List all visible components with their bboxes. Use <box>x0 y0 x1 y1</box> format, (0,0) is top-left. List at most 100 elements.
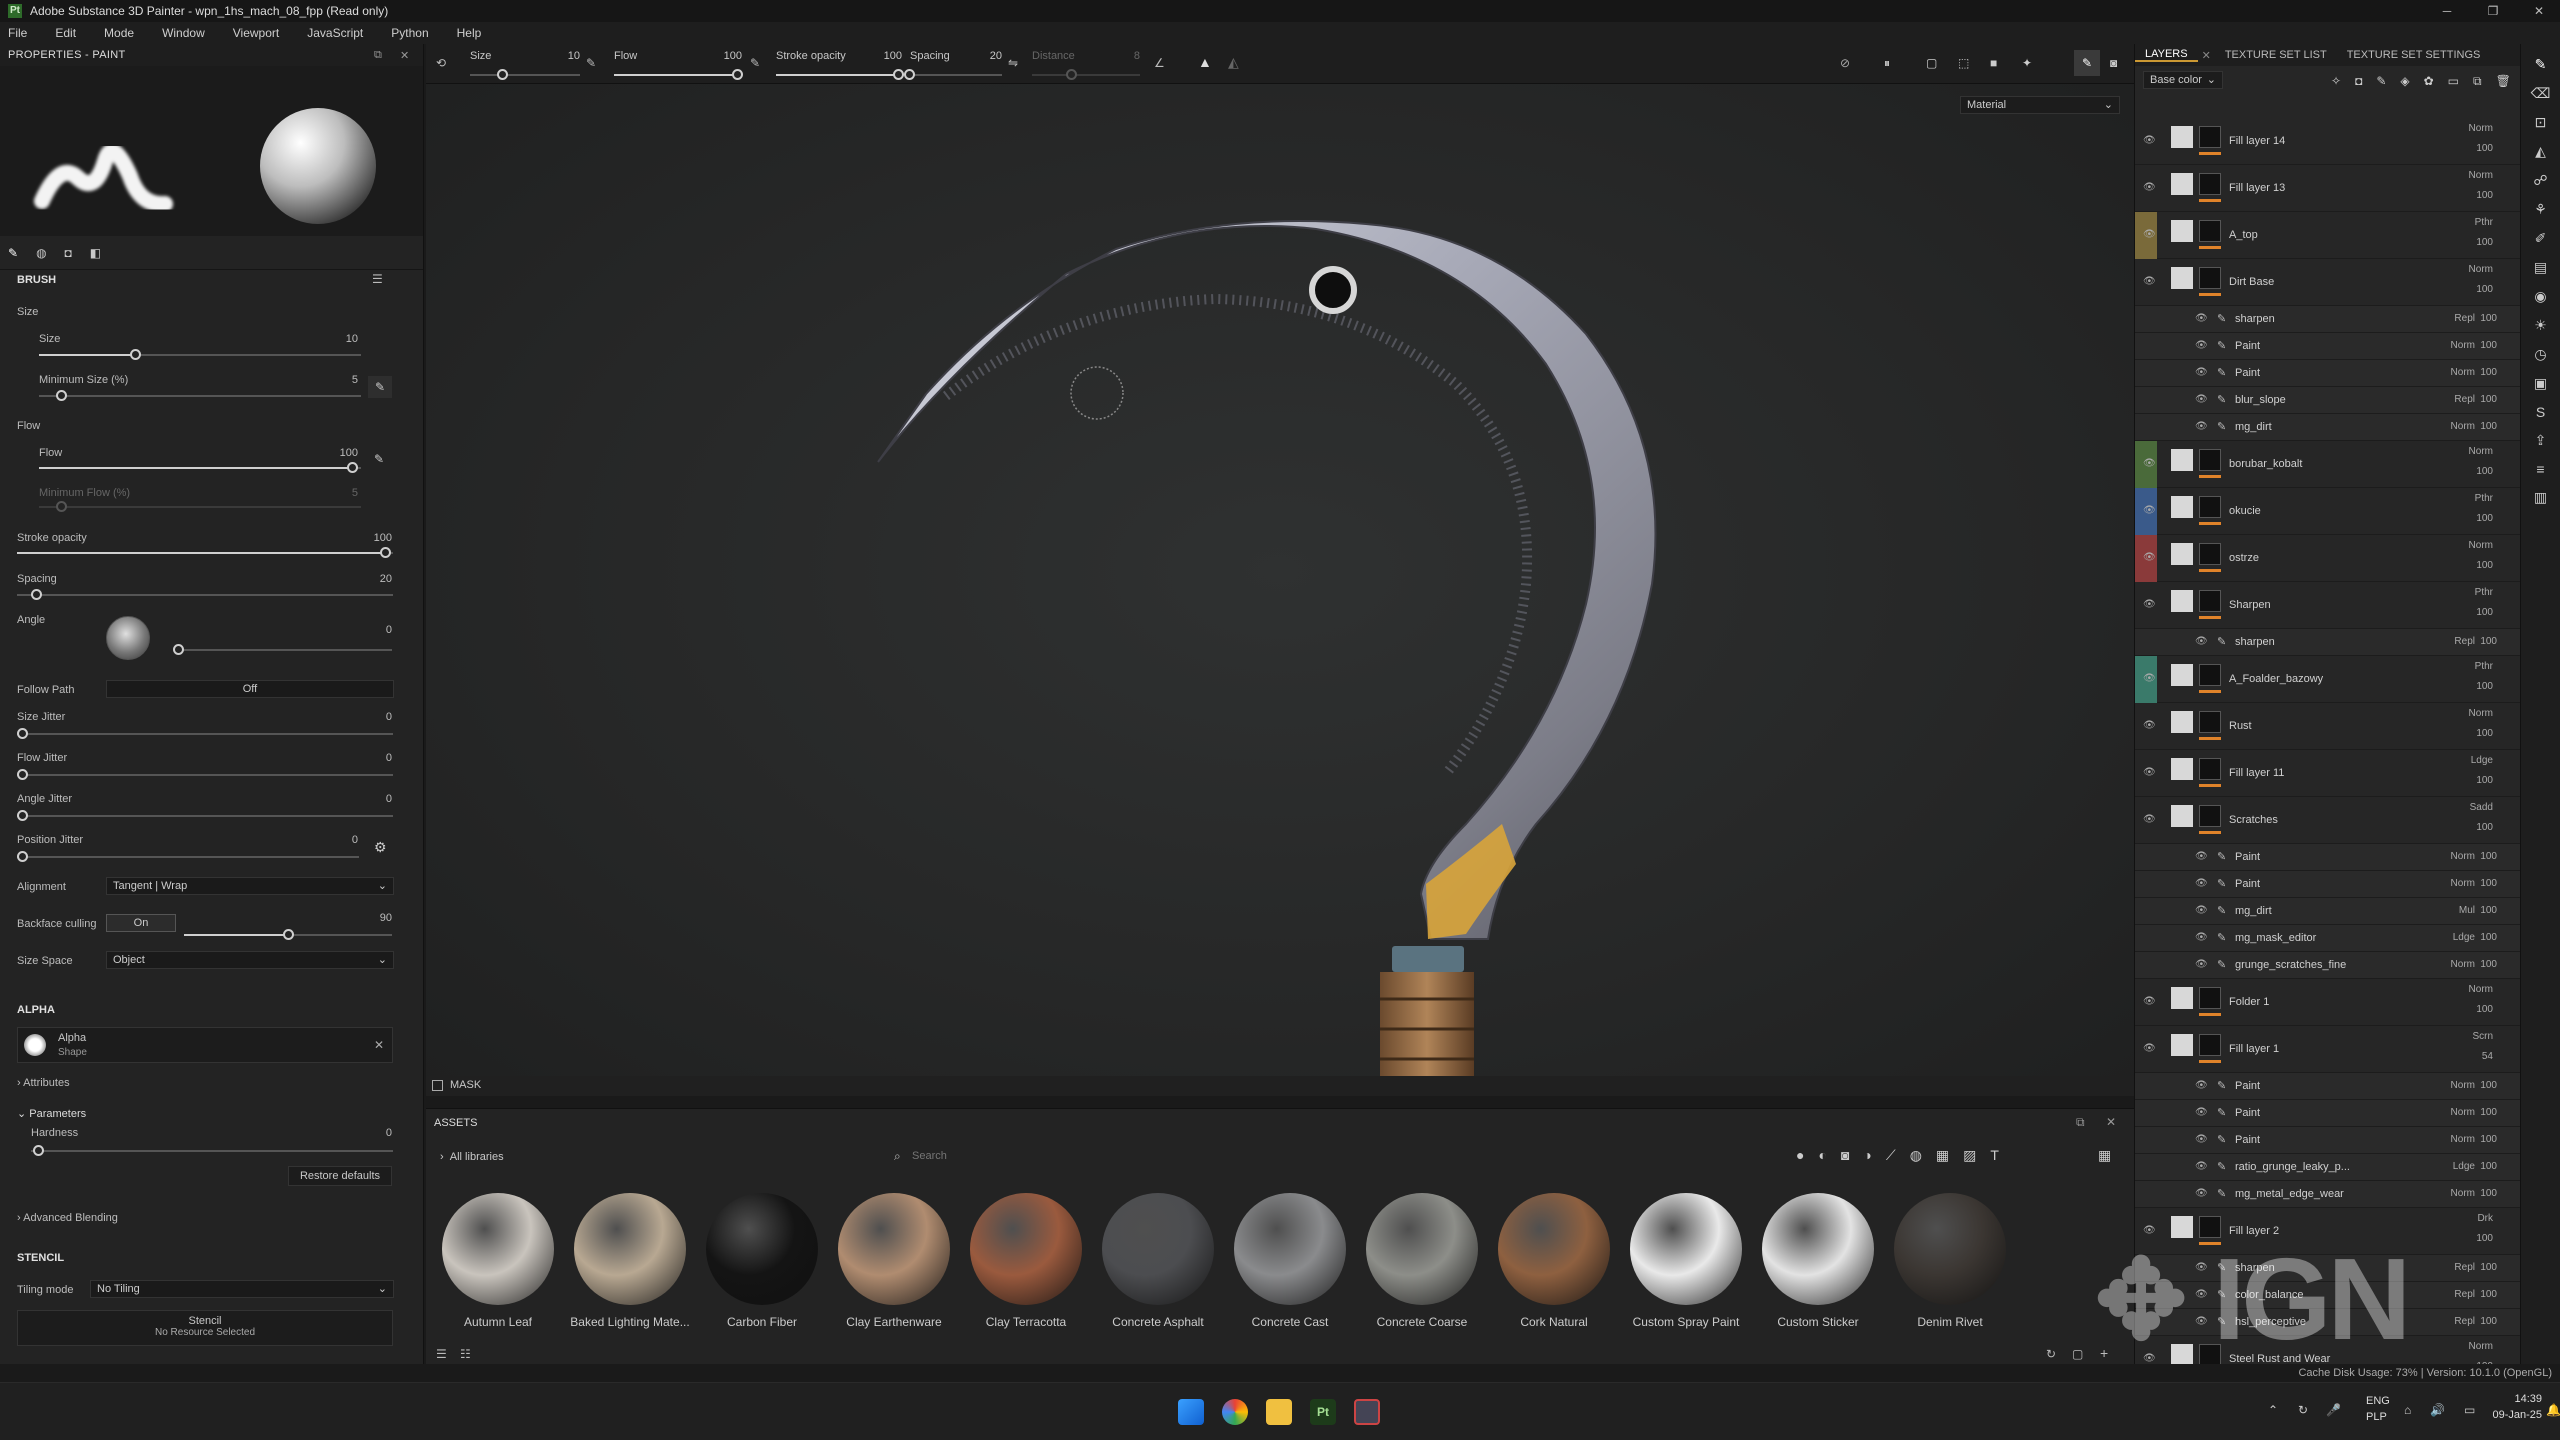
assets-search-input[interactable] <box>912 1147 1432 1165</box>
layer-name[interactable]: Fill layer 1 <box>2229 1043 2379 1055</box>
blend-mode[interactable]: Norm <box>2469 170 2493 181</box>
layer-opacity[interactable]: 100 <box>2480 1262 2497 1273</box>
layer-row[interactable]: 👁 Fill layer 1 Scrn 54 <box>2135 1026 2521 1073</box>
toolbar-stroke-knob[interactable] <box>893 69 904 80</box>
size-slider-knob[interactable] <box>130 349 141 360</box>
symmetry-mirror-icon[interactable]: ◭ <box>1228 54 1239 71</box>
tab-texture-set-list[interactable]: TEXTURE SET LIST <box>2215 49 2337 61</box>
viewport-mode-dropdown[interactable]: Material ⌄ <box>1960 96 2120 114</box>
asset-item[interactable]: Concrete Cast <box>1230 1193 1350 1329</box>
blend-mode[interactable]: Norm <box>2451 1134 2475 1145</box>
layer-name[interactable]: A_top <box>2229 229 2379 241</box>
asset-item[interactable]: Custom Spray Paint <box>1626 1193 1746 1329</box>
history-icon[interactable]: ◷ <box>2534 346 2546 363</box>
layer-effect-row[interactable]: 👁 ✎ Paint Norm 100 <box>2135 871 2521 898</box>
layer-effect-row[interactable]: 👁 ✎ sharpen Repl 100 <box>2135 306 2521 333</box>
close-button[interactable]: ✕ <box>2516 0 2560 22</box>
volume-icon[interactable]: 🔊 <box>2430 1403 2445 1417</box>
blend-mode[interactable]: Repl <box>2454 1262 2475 1273</box>
visibility-eye-icon[interactable]: 👁 <box>2195 1134 2209 1145</box>
layer-name[interactable]: grunge_scratches_fine <box>2235 959 2385 971</box>
toolbar-spacing-knob[interactable] <box>904 69 915 80</box>
display-settings-icon[interactable]: ☀ <box>2534 317 2547 334</box>
channel-dropdown[interactable]: Base color ⌄ <box>2143 71 2223 89</box>
visibility-eye-icon[interactable]: 👁 <box>2195 1107 2209 1118</box>
visibility-eye-icon[interactable]: 👁 <box>2195 1188 2209 1199</box>
asset-item[interactable]: Baked Lighting Mate... <box>570 1193 690 1329</box>
layer-opacity[interactable]: 100 <box>2476 190 2493 201</box>
clone-icon[interactable]: ⚘ <box>2534 201 2547 218</box>
brush-tab-icon[interactable]: ✎ <box>8 246 18 260</box>
blend-mode[interactable]: Pthr <box>2475 493 2493 504</box>
layer-opacity[interactable]: 100 <box>2476 560 2493 571</box>
camera-icon[interactable]: ■ <box>1990 56 1997 70</box>
layer-effect-row[interactable]: 👁 ✎ grunge_scratches_fine Norm 100 <box>2135 952 2521 979</box>
close-assets-icon[interactable]: ✕ <box>2106 1115 2116 1129</box>
follow-path-toggle[interactable]: Off <box>106 680 394 698</box>
layer-opacity[interactable]: 100 <box>2476 466 2493 477</box>
layer-name[interactable]: Paint <box>2235 1080 2385 1092</box>
layer-opacity[interactable]: 100 <box>2480 394 2497 405</box>
asset-item[interactable]: Clay Earthenware <box>834 1193 954 1329</box>
layer-name[interactable]: mg_metal_edge_wear <box>2235 1188 2385 1200</box>
visibility-eye-icon[interactable]: 👁 <box>2143 276 2157 287</box>
layer-name[interactable]: A_Foalder_bazowy <box>2229 673 2379 685</box>
layer-effect-row[interactable]: 👁 ✎ ratio_grunge_leaky_p... Ldge 100 <box>2135 1154 2521 1181</box>
parameters-expander[interactable]: ⌄ Parameters <box>17 1107 86 1120</box>
visibility-eye-icon[interactable]: 👁 <box>2143 552 2157 563</box>
blend-mode[interactable]: Norm <box>2451 367 2475 378</box>
size-space-dropdown[interactable]: Object ⌄ <box>106 951 394 969</box>
lazy-mouse-icon[interactable]: ⇋ <box>1008 56 1018 70</box>
layer-name[interactable]: Paint <box>2235 1134 2385 1146</box>
alpha-resource[interactable]: Alpha Shape ✕ <box>17 1027 393 1063</box>
layer-opacity[interactable]: 100 <box>2476 775 2493 786</box>
layer-opacity[interactable]: 100 <box>2480 1134 2497 1145</box>
filter-image-icon[interactable]: ▨ <box>1963 1147 1976 1164</box>
tray-mic-icon[interactable]: 🎤 <box>2326 1403 2341 1417</box>
blend-mode[interactable]: Pthr <box>2475 661 2493 672</box>
close-panel-icon[interactable]: ✕ <box>400 49 410 62</box>
grid-view-icon[interactable]: ▦ <box>2098 1147 2111 1164</box>
add-fill-layer-icon[interactable]: ◈ <box>2400 74 2409 89</box>
layer-opacity[interactable]: 100 <box>2476 513 2493 524</box>
blend-mode[interactable]: Repl <box>2454 636 2475 647</box>
asset-item[interactable]: Concrete Coarse <box>1362 1193 1482 1329</box>
asset-item[interactable]: Cork Natural <box>1494 1193 1614 1329</box>
remove-alpha-icon[interactable]: ✕ <box>374 1038 384 1052</box>
blend-mode[interactable]: Mul <box>2459 905 2475 916</box>
library-selector[interactable]: › All libraries <box>440 1151 504 1163</box>
layer-name[interactable]: Paint <box>2235 1107 2385 1119</box>
new-folder-icon[interactable]: ▢ <box>2072 1347 2083 1361</box>
windows-start-icon[interactable] <box>1178 1399 1204 1425</box>
asset-item[interactable]: Denim Rivet <box>1890 1193 2010 1329</box>
layer-row[interactable]: 👁 A_top Pthr 100 <box>2135 212 2521 259</box>
size-jitter-knob[interactable] <box>17 728 28 739</box>
pause-icon[interactable]: ⏸ <box>1884 56 1890 71</box>
tab-layers[interactable]: LAYERS <box>2135 48 2198 62</box>
layer-effect-row[interactable]: 👁 ✎ mg_dirt Mul 100 <box>2135 898 2521 925</box>
pen-pressure-flow-icon[interactable]: ✎ <box>374 452 384 466</box>
layer-opacity[interactable]: 100 <box>2480 851 2497 862</box>
layer-effect-row[interactable]: 👁 ✎ mg_mask_editor Ldge 100 <box>2135 925 2521 952</box>
layer-row[interactable]: 👁 Sharpen Pthr 100 <box>2135 582 2521 629</box>
list-view-icon[interactable]: ☰ <box>436 1347 447 1361</box>
min-size-slider-knob[interactable] <box>56 390 67 401</box>
visibility-eye-icon[interactable]: 👁 <box>2143 505 2157 516</box>
picker-icon[interactable]: ✐ <box>2535 230 2547 247</box>
layer-name[interactable]: sharpen <box>2235 313 2385 325</box>
layer-opacity[interactable]: 100 <box>2476 284 2493 295</box>
backface-knob[interactable] <box>283 929 294 940</box>
paint-tool-icon[interactable]: ✎ <box>2535 56 2547 73</box>
blend-mode[interactable]: Norm <box>2469 264 2493 275</box>
blend-mode[interactable]: Repl <box>2454 313 2475 324</box>
mask-checkbox[interactable] <box>432 1080 443 1091</box>
float-assets-icon[interactable]: ⧉ <box>2076 1115 2085 1130</box>
layer-row[interactable]: 👁 Scratches Sadd 100 <box>2135 797 2521 844</box>
hide-icon[interactable]: ⊘ <box>1840 56 1850 70</box>
restore-defaults-button[interactable]: Restore defaults <box>288 1166 392 1186</box>
menu-mode[interactable]: Mode <box>104 26 134 40</box>
stencil-tab-icon[interactable]: ◧ <box>90 246 101 260</box>
close-tab-icon[interactable]: ✕ <box>2198 49 2215 62</box>
alpha-tab-icon[interactable]: ◘ <box>65 246 72 260</box>
tray-sync-icon[interactable]: ↻ <box>2298 1403 2308 1417</box>
